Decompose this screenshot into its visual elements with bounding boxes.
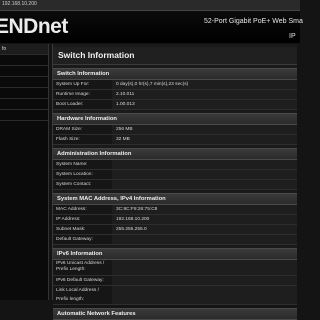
sidebar-item-switch-info[interactable]: fo	[0, 44, 48, 55]
table-row: Boot Loader: 1.00.013	[53, 100, 297, 110]
row-value: 192.168.10.200	[112, 215, 297, 224]
product-title: 52-Port Gigabit PoE+ Web Sma	[204, 18, 303, 25]
row-value	[112, 180, 297, 189]
row-label: Runtime Image:	[53, 90, 112, 99]
row-label: IPv6 Default Gateway:	[53, 276, 112, 285]
sidebar-item[interactable]	[0, 55, 48, 66]
table-row: IPv6 Unicast Address / Prefix Length:	[53, 260, 297, 276]
section-header-automatic-network-features: Automatic Network Features	[53, 308, 297, 320]
row-value: 0 day(s),0 hr(s),7 min(s),23 sec(s)	[112, 80, 297, 89]
table-row: Runtime Image: 2.10.011	[53, 90, 297, 100]
product-title-line2: IP	[289, 33, 296, 40]
browser-address-bar: 192.168.10.200	[0, 0, 300, 11]
row-value: 1.00.013	[112, 100, 297, 109]
row-label: IP Address:	[53, 215, 112, 224]
row-label: IPv6 Unicast Address / Prefix Length:	[53, 260, 112, 275]
row-label: Subnet Mask:	[53, 225, 112, 234]
section-header-ipv6-information: IPv6 Information	[53, 248, 297, 260]
row-label: Flash Size:	[53, 135, 112, 144]
sidebar-item[interactable]	[0, 110, 48, 121]
row-value: 255.255.255.0	[112, 225, 297, 234]
row-label: Default Gateway:	[53, 235, 112, 244]
row-label: System Up For:	[53, 80, 112, 89]
table-row: Default Gateway:	[53, 235, 297, 245]
table-row: Subnet Mask: 255.255.255.0	[53, 225, 297, 235]
address-text: 192.168.10.200	[2, 1, 37, 7]
table-row: DRAM Size: 256 MB	[53, 125, 297, 135]
row-label: System Name:	[53, 160, 112, 169]
sidebar: fo	[0, 44, 49, 300]
table-row: System Up For: 0 day(s),0 hr(s),7 min(s)…	[53, 80, 297, 90]
row-value	[112, 170, 297, 179]
row-value	[112, 160, 297, 169]
row-value: 3C:8C:F8:26:75:C8	[112, 205, 297, 214]
section-header-hardware-information: Hardware Information	[53, 113, 297, 125]
brand-logo: ENDnet	[0, 15, 68, 38]
row-value	[112, 235, 297, 244]
table-row: MAC Address: 3C:8C:F8:26:75:C8	[53, 205, 297, 215]
section-header-mac-ipv4: System MAC Address, IPv4 Information	[53, 193, 297, 205]
table-row: Flash Size: 32 MB	[53, 135, 297, 145]
table-row: System Location:	[53, 170, 297, 180]
table-row: IP Address: 192.168.10.200	[53, 215, 297, 225]
row-value	[112, 286, 297, 304]
row-value: 256 MB	[112, 125, 297, 134]
row-label: MAC Address:	[53, 205, 112, 214]
table-row: System Contact:	[53, 180, 297, 190]
sidebar-item[interactable]	[0, 99, 48, 110]
table-row: System Name:	[53, 160, 297, 170]
row-value	[112, 260, 297, 275]
header-banner: ENDnet 52-Port Gigabit PoE+ Web Sma IP	[0, 11, 303, 43]
row-label: Boot Loader:	[53, 100, 112, 109]
row-label: Link Local Address / Prefix length:	[53, 286, 112, 304]
row-label: DRAM Size:	[53, 125, 112, 134]
row-value: 2.10.011	[112, 90, 297, 99]
sidebar-item[interactable]	[0, 88, 48, 99]
section-header-switch-information: Switch Information	[53, 68, 297, 80]
table-row: Link Local Address / Prefix length:	[53, 286, 297, 305]
sidebar-item[interactable]	[0, 77, 48, 88]
sidebar-item-label: fo	[2, 46, 7, 52]
row-label: System Location:	[53, 170, 112, 179]
main-content: Switch Information Switch Information Sy…	[52, 44, 297, 320]
row-label: System Contact:	[53, 180, 112, 189]
page-title: Switch Information	[53, 47, 297, 65]
sidebar-item[interactable]	[0, 66, 48, 77]
table-row: IPv6 Default Gateway:	[53, 276, 297, 286]
row-value: 32 MB	[112, 135, 297, 144]
row-value	[112, 276, 297, 285]
section-header-administration-information: Administration Information	[53, 148, 297, 160]
